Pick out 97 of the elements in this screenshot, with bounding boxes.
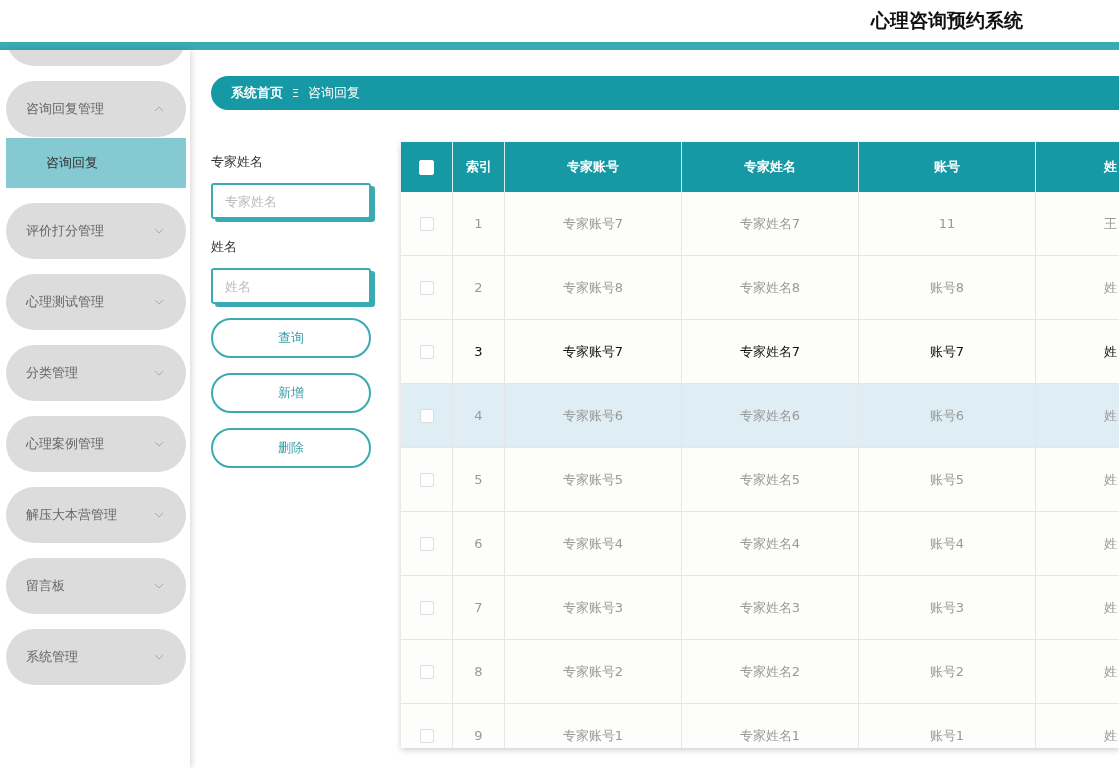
row-checkbox[interactable] (419, 729, 434, 744)
index-cell: 1 (452, 192, 505, 256)
select-all-checkbox[interactable] (419, 160, 434, 175)
table-cell: 专家账号4 (504, 511, 682, 576)
table-cell: 专家姓名2 (681, 639, 859, 704)
index-cell: 3 (452, 319, 505, 384)
table-cell: 账号8 (858, 255, 1036, 320)
table-cell: 专家姓名7 (681, 192, 859, 256)
sidebar-menu-item[interactable]: 评价打分管理 (6, 203, 186, 259)
field-label: 专家姓名 (211, 153, 264, 171)
row-checkbox[interactable] (419, 473, 434, 488)
table-cell: 姓 (1035, 447, 1119, 512)
table-cell: 专家账号5 (504, 447, 682, 512)
index-cell: 6 (452, 511, 505, 576)
sidebar-menu-item[interactable]: 咨询回复管理 (6, 81, 186, 137)
sidebar-menu-item[interactable]: 心理测试管理 (6, 274, 186, 330)
chevron-down-icon (154, 654, 164, 660)
chevron-down-icon (154, 299, 164, 305)
search-field[interactable]: 姓名 (211, 268, 371, 304)
breadcrumb-separator: Ξ (292, 86, 299, 100)
table-cell: 专家姓名1 (681, 703, 859, 748)
table-cell: 账号7 (858, 319, 1036, 384)
index-cell: 8 (452, 639, 505, 704)
table-cell: 专家姓名3 (681, 575, 859, 640)
table-cell: 姓 (1035, 511, 1119, 576)
table-row[interactable]: 6 专家账号4 专家姓名4 账号4 姓 (401, 511, 1119, 576)
row-checkbox[interactable] (419, 537, 434, 552)
search-field[interactable]: 专家姓名 (211, 183, 371, 219)
table-cell: 11 (858, 192, 1036, 256)
row-checkbox[interactable] (419, 281, 434, 296)
table-cell: 专家账号2 (504, 639, 682, 704)
column-header: 账号 (858, 142, 1036, 192)
table-cell: 姓 (1035, 703, 1119, 748)
index-cell: 9 (452, 703, 505, 748)
search-button[interactable]: 查询 (211, 318, 371, 358)
table-cell: 账号6 (858, 383, 1036, 448)
chevron-down-icon (154, 370, 164, 376)
table-row[interactable]: 7 专家账号3 专家姓名3 账号3 姓 (401, 575, 1119, 640)
table-cell: 姓 (1035, 575, 1119, 640)
chevron-down-icon (154, 583, 164, 589)
app-title: 心理咨询预约系统 (871, 8, 1023, 33)
chevron-down-icon (154, 441, 164, 447)
table-cell: 账号3 (858, 575, 1036, 640)
table-cell: 专家账号7 (504, 192, 682, 256)
table-cell: 姓 (1035, 319, 1119, 384)
add-button[interactable]: 新增 (211, 373, 371, 413)
sidebar-menu-item[interactable]: 系统管理 (6, 629, 186, 685)
breadcrumb-home-link[interactable]: 系统首页 (231, 84, 283, 102)
table-cell: 姓 (1035, 383, 1119, 448)
chevron-up-icon (154, 106, 164, 112)
index-cell: 2 (452, 255, 505, 320)
index-cell: 4 (452, 383, 505, 448)
table-row[interactable]: 2 专家账号8 专家姓名8 账号8 姓 (401, 255, 1119, 320)
table-row[interactable]: 4 专家账号6 专家姓名6 账号6 姓 (401, 383, 1119, 448)
table-cell: 专家姓名4 (681, 511, 859, 576)
table-cell: 姓 (1035, 255, 1119, 320)
table-cell: 专家姓名5 (681, 447, 859, 512)
table-cell: 专家账号7 (504, 319, 682, 384)
row-checkbox[interactable] (419, 409, 434, 424)
delete-button[interactable]: 删除 (211, 428, 371, 468)
sidebar-menu-item[interactable]: 留言板 (6, 558, 186, 614)
row-checkbox[interactable] (419, 345, 434, 360)
column-header: 姓 (1035, 142, 1119, 192)
column-header: 专家账号 (504, 142, 682, 192)
column-header: 专家姓名 (681, 142, 859, 192)
sidebar-submenu-item[interactable]: 咨询回复 (6, 138, 186, 188)
table-row[interactable]: 5 专家账号5 专家姓名5 账号5 姓 (401, 447, 1119, 512)
table-cell: 账号2 (858, 639, 1036, 704)
table-cell: 专家账号3 (504, 575, 682, 640)
table-row[interactable]: 1 专家账号7 专家姓名7 11 王 (401, 192, 1119, 256)
table-cell: 专家姓名6 (681, 383, 859, 448)
table-row[interactable]: 8 专家账号2 专家姓名2 账号2 姓 (401, 639, 1119, 704)
table-cell: 账号1 (858, 703, 1036, 748)
table-row[interactable]: 9 专家账号1 专家姓名1 账号1 姓 (401, 703, 1119, 748)
sidebar-menu-item[interactable]: 解压大本营管理 (6, 487, 186, 543)
row-checkbox[interactable] (419, 665, 434, 680)
index-cell: 5 (452, 447, 505, 512)
table-row[interactable]: 3 专家账号7 专家姓名7 账号7 姓 (401, 319, 1119, 384)
field-label: 姓名 (211, 238, 238, 256)
table-cell: 账号5 (858, 447, 1036, 512)
breadcrumb-current: 咨询回复 (307, 84, 360, 102)
column-header: 索引 (452, 142, 505, 192)
chevron-down-icon (154, 228, 164, 234)
table-cell: 姓 (1035, 639, 1119, 704)
row-checkbox[interactable] (419, 601, 434, 616)
table-cell: 王 (1035, 192, 1119, 256)
table-cell: 专家账号1 (504, 703, 682, 748)
table-cell: 账号4 (858, 511, 1036, 576)
table-cell: 专家账号6 (504, 383, 682, 448)
row-checkbox[interactable] (419, 217, 434, 232)
sidebar-menu-item[interactable]: 心理案例管理 (6, 416, 186, 472)
table-cell: 专家姓名8 (681, 255, 859, 320)
chevron-down-icon (154, 512, 164, 518)
index-cell: 7 (452, 575, 505, 640)
table-cell: 专家账号8 (504, 255, 682, 320)
sidebar-menu-item[interactable]: 分类管理 (6, 345, 186, 401)
table-cell: 专家姓名7 (681, 319, 859, 384)
